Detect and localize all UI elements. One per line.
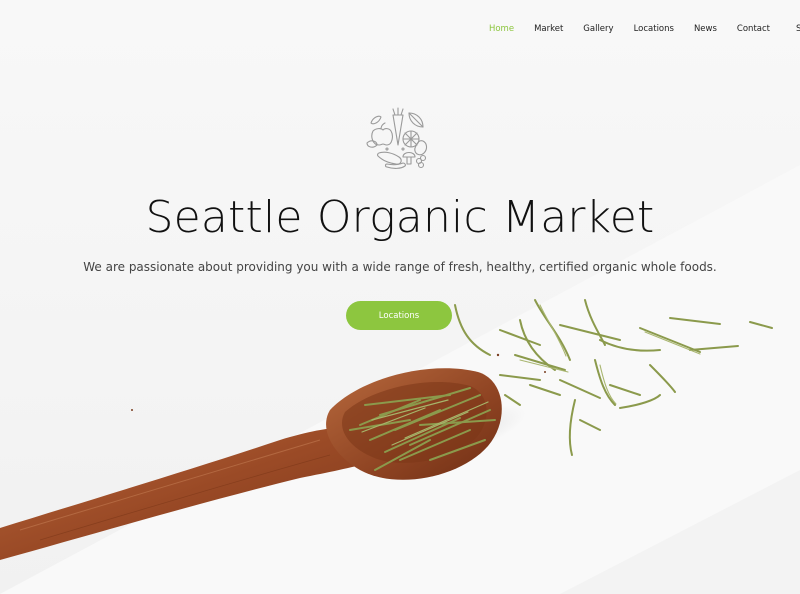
main-nav: Home Market Gallery Locations News Conta… [469,22,800,36]
nav-market[interactable]: Market [534,24,563,34]
spoon-rosemary-photo [0,299,773,560]
page-title: Seattle Organic Market [145,192,655,243]
produce-circle-logo-icon [366,107,428,169]
nav-locations[interactable]: Locations [634,24,674,34]
nav-gallery[interactable]: Gallery [583,24,613,34]
nav-home[interactable]: Home [489,24,514,34]
nav-contact[interactable]: Contact [737,24,770,34]
page: Home Market Gallery Locations News Conta… [0,0,800,594]
nav-overflow-item[interactable]: S [796,24,800,34]
nav-news[interactable]: News [694,24,717,34]
hero-subtitle: We are passionate about providing you wi… [83,260,717,274]
locations-button[interactable]: Locations [346,301,452,330]
background-surface [0,165,800,594]
